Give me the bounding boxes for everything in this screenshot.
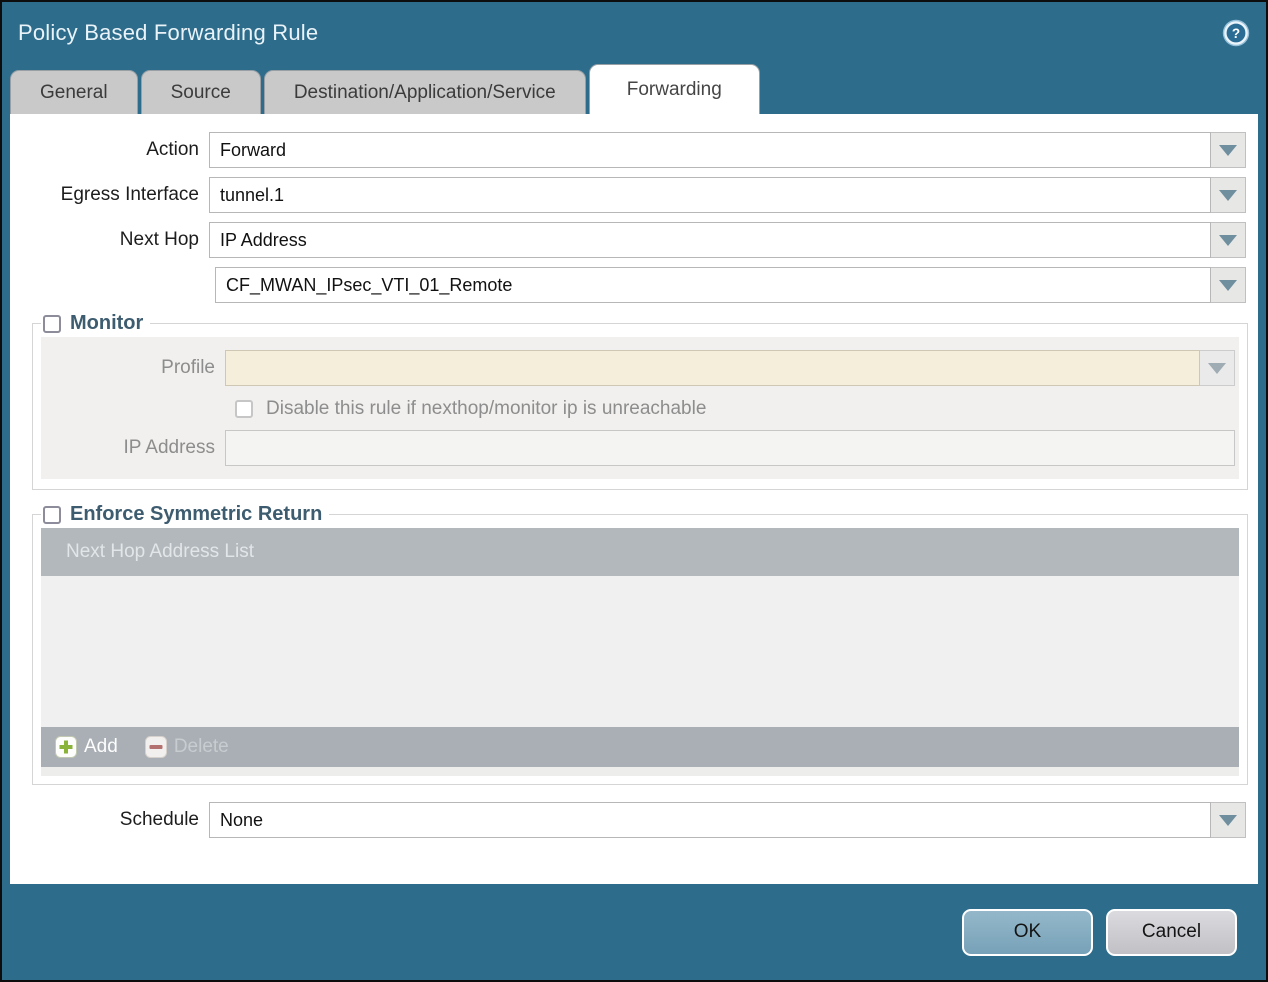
delete-button: Delete (144, 736, 229, 758)
chevron-down-icon (1219, 234, 1237, 246)
dialog-titlebar: Policy Based Forwarding Rule ? (2, 2, 1266, 64)
egress-interface-dropdown[interactable]: tunnel.1 (209, 177, 1246, 213)
schedule-dropdown[interactable]: None (209, 802, 1246, 838)
egress-interface-label: Egress Interface (60, 184, 199, 205)
table-body[interactable] (41, 576, 1239, 727)
add-button-label: Add (84, 736, 118, 757)
monitor-checkbox[interactable] (43, 314, 61, 333)
schedule-label: Schedule (119, 809, 199, 830)
egress-interface-row: Egress Interface tunnel.1 (10, 177, 1258, 213)
next-hop-address-dropdown[interactable]: CF_MWAN_IPsec_VTI_01_Remote (215, 267, 1246, 303)
next-hop-label: Next Hop (119, 229, 199, 250)
profile-dropdown-button (1200, 350, 1235, 386)
dialog-footer: OK Cancel (2, 884, 1266, 980)
enforce-legend: Enforce Symmetric Return (41, 503, 329, 526)
schedule-dropdown-button[interactable] (1211, 802, 1246, 838)
disable-rule-label: Disable this rule if nexthop/monitor ip … (266, 398, 707, 419)
tab-general[interactable]: General (10, 70, 138, 114)
ok-button[interactable]: OK (962, 908, 1093, 956)
monitor-panel: Profile Disable this rule if nexthop/mon… (41, 337, 1239, 479)
monitor-title: Monitor (70, 312, 144, 334)
monitor-legend: Monitor (41, 312, 150, 335)
disable-rule-row: Disable this rule if nexthop/monitor ip … (235, 398, 1235, 420)
enforce-symmetric-return-checkbox[interactable] (43, 505, 61, 524)
delete-button-label: Delete (173, 736, 229, 757)
action-value: Forward (209, 132, 1211, 168)
next-hop-row: Next Hop IP Address (10, 222, 1258, 258)
profile-dropdown (225, 350, 1235, 386)
tab-destination-application-service[interactable]: Destination/Application/Service (263, 70, 586, 114)
tab-source[interactable]: Source (140, 70, 261, 114)
egress-interface-value: tunnel.1 (209, 177, 1211, 213)
next-hop-type-dropdown-button[interactable] (1211, 222, 1246, 258)
next-hop-address-dropdown-button[interactable] (1211, 267, 1246, 303)
chevron-down-icon (1219, 279, 1237, 291)
tab-forwarding[interactable]: Forwarding (588, 64, 760, 114)
profile-label: Profile (161, 357, 215, 378)
action-label: Action (146, 139, 199, 160)
action-dropdown-button[interactable] (1211, 132, 1246, 168)
chevron-down-icon (1219, 814, 1237, 826)
svg-text:?: ? (1232, 26, 1240, 41)
disable-rule-checkbox (235, 400, 253, 418)
next-hop-address-list-table: Next Hop Address List Add Delete (41, 528, 1239, 776)
enforce-title: Enforce Symmetric Return (70, 503, 323, 525)
egress-interface-dropdown-button[interactable] (1211, 177, 1246, 213)
monitor-ip-row: IP Address (41, 430, 1235, 466)
action-dropdown[interactable]: Forward (209, 132, 1246, 168)
chevron-down-icon (1208, 362, 1226, 374)
profile-row: Profile (41, 350, 1235, 386)
schedule-row: Schedule None (10, 802, 1258, 838)
next-hop-type-value: IP Address (209, 222, 1211, 258)
table-header: Next Hop Address List (41, 528, 1239, 576)
pbf-rule-dialog: Policy Based Forwarding Rule ? General S… (0, 0, 1268, 982)
plus-icon (55, 736, 77, 758)
tab-bar: General Source Destination/Application/S… (2, 64, 1266, 114)
action-row: Action Forward (10, 132, 1258, 168)
chevron-down-icon (1219, 144, 1237, 156)
next-hop-address-row: CF_MWAN_IPsec_VTI_01_Remote (10, 267, 1258, 303)
chevron-down-icon (1219, 189, 1237, 201)
minus-icon (144, 736, 167, 758)
add-button[interactable]: Add (55, 736, 118, 758)
forwarding-tab-panel: Action Forward Egress Interface tunnel.1… (10, 114, 1258, 884)
monitor-ip-input (225, 430, 1235, 466)
schedule-value: None (209, 802, 1211, 838)
table-toolbar: Add Delete (41, 727, 1239, 767)
dialog-title: Policy Based Forwarding Rule (18, 20, 319, 45)
profile-value (225, 350, 1200, 386)
monitor-ip-label: IP Address (123, 437, 215, 458)
enforce-symmetric-return-section: Enforce Symmetric Return Next Hop Addres… (32, 503, 1248, 785)
next-hop-address-value: CF_MWAN_IPsec_VTI_01_Remote (215, 267, 1211, 303)
help-icon[interactable]: ? (1222, 19, 1250, 47)
monitor-section: Monitor Profile Disable this rule if nex… (32, 312, 1248, 490)
cancel-button[interactable]: Cancel (1106, 908, 1237, 956)
table-bottom-strip (41, 767, 1239, 776)
next-hop-type-dropdown[interactable]: IP Address (209, 222, 1246, 258)
